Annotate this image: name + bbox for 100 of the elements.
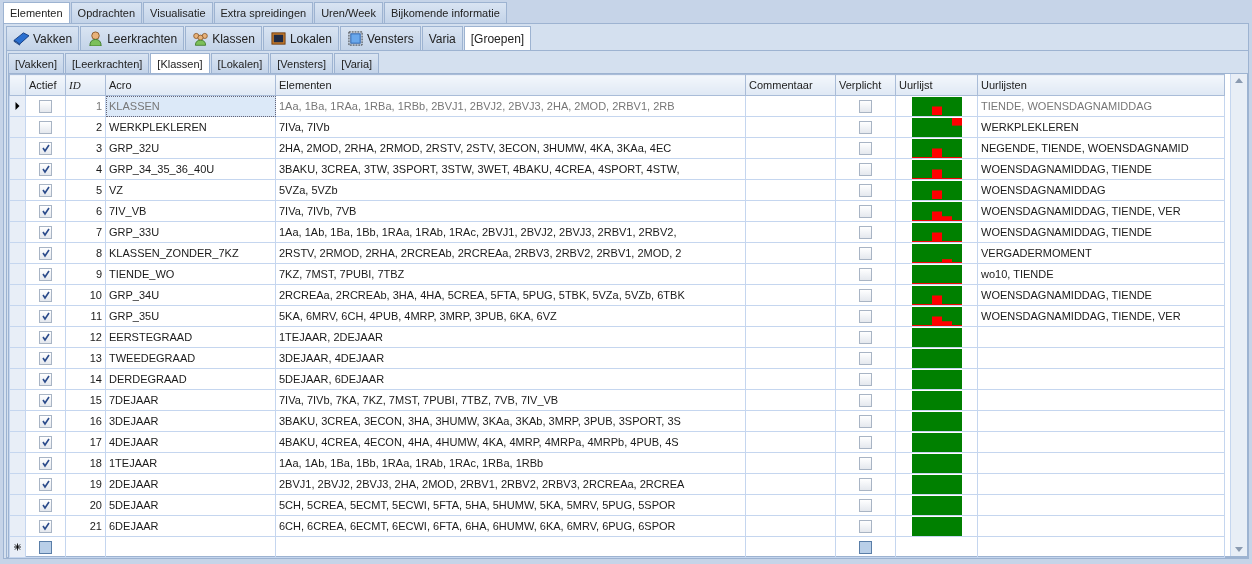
table-cell[interactable]: 4DEJAAR: [105, 431, 276, 453]
table-cell[interactable]: GRP_34_35_36_40U: [105, 158, 276, 180]
checkbox[interactable]: [859, 225, 872, 239]
checkbox[interactable]: [39, 288, 52, 302]
checkbox[interactable]: [859, 183, 872, 197]
column-header[interactable]: Uurlijsten: [977, 74, 1225, 96]
checkbox[interactable]: [859, 330, 872, 344]
column-header[interactable]: Uurlijst: [895, 74, 978, 96]
scrollbar[interactable]: [1230, 74, 1247, 556]
checkbox[interactable]: [859, 372, 872, 386]
checkbox[interactable]: [859, 309, 872, 323]
table-cell: 19: [65, 473, 106, 495]
checkbox[interactable]: [39, 372, 52, 386]
tab[interactable]: [Varia]: [334, 53, 380, 73]
table-cell[interactable]: 7DEJAAR: [105, 389, 276, 411]
checkbox[interactable]: [39, 414, 52, 428]
table-cell[interactable]: VZ: [105, 179, 276, 201]
checkbox[interactable]: [859, 414, 872, 428]
table-cell[interactable]: GRP_33U: [105, 221, 276, 243]
scroll-down-icon[interactable]: [1235, 547, 1243, 552]
table-cell[interactable]: WERKPLEKLEREN: [105, 116, 276, 138]
tab[interactable]: [Leerkrachten]: [65, 53, 150, 73]
table-cell[interactable]: GRP_35U: [105, 305, 276, 327]
scroll-up-icon[interactable]: [1235, 78, 1243, 83]
tab[interactable]: [Vensters]: [270, 53, 334, 73]
table-cell[interactable]: TIENDE_WO: [105, 263, 276, 285]
tab[interactable]: Vensters: [339, 26, 421, 50]
table-cell[interactable]: GRP_32U: [105, 137, 276, 159]
column-header[interactable]: Actief: [25, 74, 66, 96]
table-cell: 6: [65, 200, 106, 222]
checkbox[interactable]: [39, 456, 52, 470]
table-cell[interactable]: 6DEJAAR: [105, 515, 276, 537]
checkbox[interactable]: [39, 540, 52, 554]
tab[interactable]: Vakken: [6, 26, 80, 50]
checkbox[interactable]: [859, 288, 872, 302]
column-header[interactable]: Verplicht: [835, 74, 896, 96]
table-cell: VERGADERMOMENT: [981, 247, 1092, 259]
table-cell[interactable]: EERSTEGRAAD: [105, 326, 276, 348]
tab[interactable]: [Vakken]: [8, 53, 64, 73]
tab[interactable]: Lokalen: [262, 26, 339, 50]
checkbox[interactable]: [39, 225, 52, 239]
checkbox[interactable]: [39, 477, 52, 491]
tab[interactable]: [Lokalen]: [210, 53, 270, 73]
person-icon: [87, 31, 105, 46]
tab[interactable]: Elementen: [3, 2, 70, 23]
checkbox[interactable]: [859, 99, 872, 113]
checkbox[interactable]: [859, 162, 872, 176]
table-cell[interactable]: TWEEDEGRAAD: [105, 347, 276, 369]
checkbox[interactable]: [859, 120, 872, 134]
table-cell: TIENDE, WOENSDAGNAMIDDAG: [981, 100, 1153, 112]
checkbox[interactable]: [859, 393, 872, 407]
checkbox[interactable]: [859, 435, 872, 449]
checkbox[interactable]: [859, 477, 872, 491]
checkbox[interactable]: [859, 204, 872, 218]
tab[interactable]: Uren/Week: [314, 2, 383, 23]
checkbox[interactable]: [859, 141, 872, 155]
table-cell[interactable]: KLASSEN_ZONDER_7KZ: [105, 242, 276, 264]
column-header[interactable]: ID: [65, 74, 106, 96]
table-cell[interactable]: GRP_34U: [105, 284, 276, 306]
checkbox[interactable]: [39, 162, 52, 176]
checkbox[interactable]: [39, 351, 52, 365]
checkbox[interactable]: [39, 141, 52, 155]
checkbox[interactable]: [39, 393, 52, 407]
checkbox[interactable]: [39, 519, 52, 533]
tab[interactable]: Visualisatie: [143, 2, 213, 23]
table-cell[interactable]: 3DEJAAR: [105, 410, 276, 432]
checkbox[interactable]: [39, 330, 52, 344]
checkbox[interactable]: [859, 351, 872, 365]
checkbox[interactable]: [39, 204, 52, 218]
column-header[interactable]: Acro: [105, 74, 276, 96]
tab[interactable]: [Groepen]: [463, 26, 532, 50]
checkbox[interactable]: [39, 183, 52, 197]
checkbox[interactable]: [39, 309, 52, 323]
column-header[interactable]: Elementen: [275, 74, 746, 96]
tab[interactable]: Varia: [421, 26, 463, 50]
tab[interactable]: [Klassen]: [150, 53, 210, 73]
table-cell[interactable]: 7IV_VB: [105, 200, 276, 222]
tab[interactable]: Opdrachten: [70, 2, 143, 23]
tab[interactable]: Klassen: [185, 26, 262, 50]
checkbox[interactable]: [39, 99, 52, 113]
checkbox[interactable]: [859, 540, 872, 554]
checkbox[interactable]: [859, 267, 872, 281]
column-header[interactable]: Commentaar: [745, 74, 836, 96]
table-cell[interactable]: DERDEGRAAD: [105, 368, 276, 390]
checkbox[interactable]: [39, 246, 52, 260]
checkbox[interactable]: [39, 267, 52, 281]
checkbox[interactable]: [39, 435, 52, 449]
tab[interactable]: Bijkomende informatie: [383, 2, 507, 23]
checkbox[interactable]: [39, 498, 52, 512]
checkbox[interactable]: [39, 120, 52, 134]
checkbox[interactable]: [859, 519, 872, 533]
tab[interactable]: Extra spreidingen: [213, 2, 314, 23]
checkbox[interactable]: [859, 246, 872, 260]
table-cell: 8: [65, 242, 106, 264]
table-cell[interactable]: 2DEJAAR: [105, 473, 276, 495]
tab[interactable]: Leerkrachten: [80, 26, 185, 50]
table-cell[interactable]: 1TEJAAR: [105, 452, 276, 474]
table-cell[interactable]: 5DEJAAR: [105, 494, 276, 516]
checkbox[interactable]: [859, 456, 872, 470]
checkbox[interactable]: [859, 498, 872, 512]
